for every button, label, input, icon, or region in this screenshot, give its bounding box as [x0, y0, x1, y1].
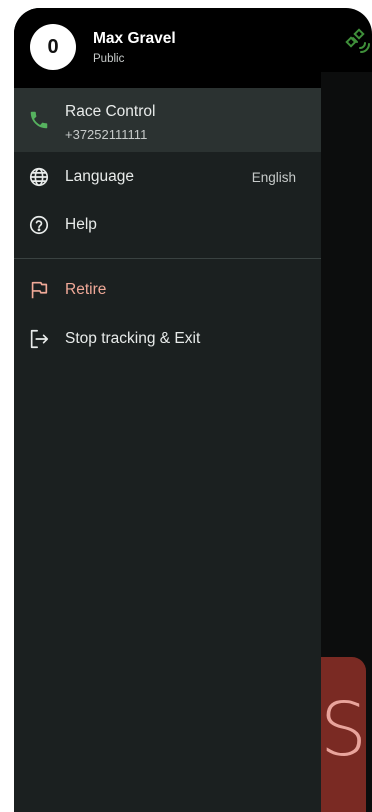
- phone-screen: S e 0 Max Gravel Public Race Control +37…: [14, 8, 372, 812]
- background-card-letter: S: [320, 687, 366, 773]
- phone-icon: [28, 109, 50, 131]
- race-control-phone: +37252111111: [65, 127, 148, 142]
- menu-divider: [14, 258, 321, 259]
- stop-tracking-label: Stop tracking & Exit: [65, 330, 201, 347]
- help-label: Help: [65, 216, 97, 233]
- race-control-item[interactable]: Race Control +37252111111: [14, 88, 321, 152]
- flag-icon: [28, 279, 50, 301]
- globe-icon: [28, 166, 50, 188]
- user-status: Public: [93, 53, 125, 65]
- help-circle-icon: [28, 214, 50, 236]
- language-label: Language: [65, 168, 134, 185]
- avatar[interactable]: 0: [30, 24, 76, 70]
- race-control-label: Race Control: [65, 103, 156, 120]
- stop-tracking-item[interactable]: Stop tracking & Exit: [14, 316, 321, 362]
- language-value: English: [251, 170, 296, 185]
- exit-icon: [28, 328, 50, 350]
- help-item[interactable]: Help: [14, 202, 321, 248]
- drawer-header: 0 Max Gravel Public: [14, 8, 321, 88]
- retire-item[interactable]: Retire: [14, 267, 321, 313]
- user-name: Max Gravel: [93, 30, 176, 47]
- retire-label: Retire: [65, 281, 107, 298]
- language-item[interactable]: Language English: [14, 154, 321, 200]
- navigation-drawer: 0 Max Gravel Public Race Control +372521…: [14, 8, 321, 812]
- satellite-icon[interactable]: [342, 26, 372, 56]
